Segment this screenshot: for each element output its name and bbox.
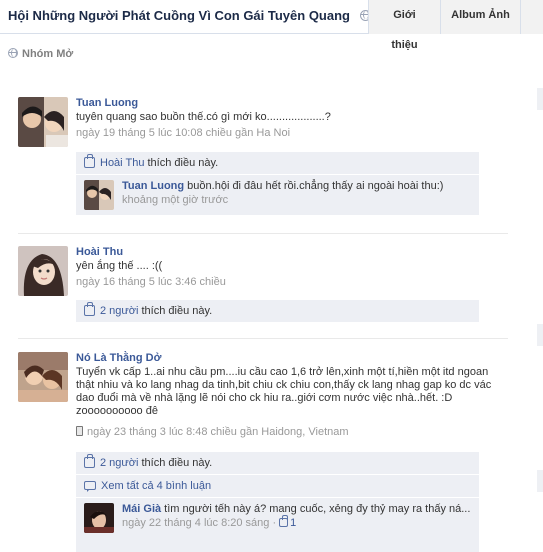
like-summary: 2 người thích điều này. (76, 300, 479, 323)
post-content: Hoài Thu yên ắng thế .... :(( ngày 16 th… (76, 246, 476, 288)
tab-about[interactable]: Giới thiệu (368, 0, 440, 51)
post-timestamp[interactable]: ngày 16 tháng 5 lúc 3:46 chiều (76, 276, 476, 288)
thumbs-up-icon (279, 514, 289, 527)
likers-link[interactable]: 2 người (100, 457, 138, 469)
post-feedback: 2 người thích điều này. Xem tất cả 4 bìn… (76, 452, 479, 552)
comment-author[interactable]: Mái Già (122, 503, 161, 515)
post-timestamp[interactable]: ngày 23 tháng 3 lúc 8:48 chiều gần Haido… (76, 426, 506, 438)
comment-author[interactable]: Tuan Luong (122, 180, 184, 192)
post-message: Tuyển vk cấp 1..ai nhu cầu pm....iu cầu … (76, 366, 492, 417)
tab-more[interactable] (520, 0, 543, 34)
tab-albums[interactable]: Album Ảnh (440, 0, 520, 34)
comment-bubble-icon (84, 480, 96, 492)
comment-text: tìm người tếh này á? mang cuốc, xẻng đy … (161, 503, 471, 515)
comment-like-count-text[interactable]: 1 (290, 517, 296, 529)
post-message: yên ắng thế .... :(( (76, 260, 163, 272)
post-author[interactable]: Nó Là Thằng Dở (76, 352, 506, 364)
privacy-text: Nhóm Mở (22, 48, 74, 60)
group-privacy-label: Nhóm Mở (8, 48, 73, 60)
sidebar-edge (537, 88, 543, 110)
thumbs-up-icon (84, 153, 95, 168)
comment-meta: ngày 22 tháng 4 lúc 8:20 sáng · 1 (122, 514, 471, 530)
comment-timestamp[interactable]: ngày 22 tháng 4 lúc 8:20 sáng · (122, 517, 279, 529)
comment-text: buồn.hội đi đâu hết rồi.chẳng thấy ai ng… (184, 180, 444, 192)
group-title-text[interactable]: Hội Những Người Phát Cuồng Vì Con Gái Tu… (8, 8, 350, 23)
post-author[interactable]: Hoài Thu (76, 246, 476, 258)
group-title[interactable]: Hội Những Người Phát Cuồng Vì Con Gái Tu… (8, 8, 371, 23)
comment-avatar[interactable] (84, 180, 114, 210)
comment: Mái Già tìm người tếh này á? mang cuốc, … (76, 498, 479, 552)
avatar[interactable] (18, 352, 68, 402)
post-timestamp[interactable]: ngày 19 tháng 5 lúc 10:08 chiều gần Ha N… (76, 127, 476, 139)
thumbs-up-icon (84, 301, 95, 316)
like-text: thích điều này. (138, 305, 213, 317)
like-summary: Hoài Thu thích điều này. (76, 152, 479, 175)
sidebar-edge (537, 324, 543, 346)
post-divider (18, 233, 508, 234)
mobile-icon (76, 426, 83, 437)
like-text: thích điều này. (138, 457, 213, 469)
view-all-comments-link[interactable]: Xem tất cả 4 bình luận (101, 480, 211, 492)
post-author[interactable]: Tuan Luong (76, 97, 476, 109)
post-message: tuyên quang sao buồn thế.có gì mới ko...… (76, 111, 331, 123)
comment-avatar[interactable] (84, 503, 114, 533)
comment: Tuan Luong buồn.hội đi đâu hết rồi.chẳng… (76, 175, 479, 215)
group-header: Hội Những Người Phát Cuồng Vì Con Gái Tu… (0, 0, 543, 51)
sidebar-edge (537, 470, 543, 492)
comment-timestamp[interactable]: khoảng một giờ trước (122, 194, 471, 207)
post-feedback: Hoài Thu thích điều này. Tuan Luong buồn… (76, 152, 479, 215)
avatar[interactable] (18, 97, 68, 147)
liker-link[interactable]: Hoài Thu (100, 157, 144, 169)
globe-icon (8, 48, 18, 59)
thumbs-up-icon (84, 453, 95, 468)
post-timestamp-text[interactable]: ngày 23 tháng 3 lúc 8:48 chiều gần Haido… (87, 426, 349, 438)
avatar[interactable] (18, 246, 68, 296)
comment-like-count[interactable]: 1 (279, 514, 296, 529)
post-divider (18, 338, 508, 339)
post-feedback: 2 người thích điều này. (76, 300, 479, 323)
like-text: thích điều này. (144, 157, 219, 169)
likers-link[interactable]: 2 người (100, 305, 138, 317)
like-summary: 2 người thích điều này. (76, 452, 479, 475)
view-all-comments[interactable]: Xem tất cả 4 bình luận (76, 475, 479, 498)
post-content: Nó Là Thằng Dở Tuyển vk cấp 1..ai nhu cầ… (76, 352, 506, 438)
post-content: Tuan Luong tuyên quang sao buồn thế.có g… (76, 97, 476, 139)
